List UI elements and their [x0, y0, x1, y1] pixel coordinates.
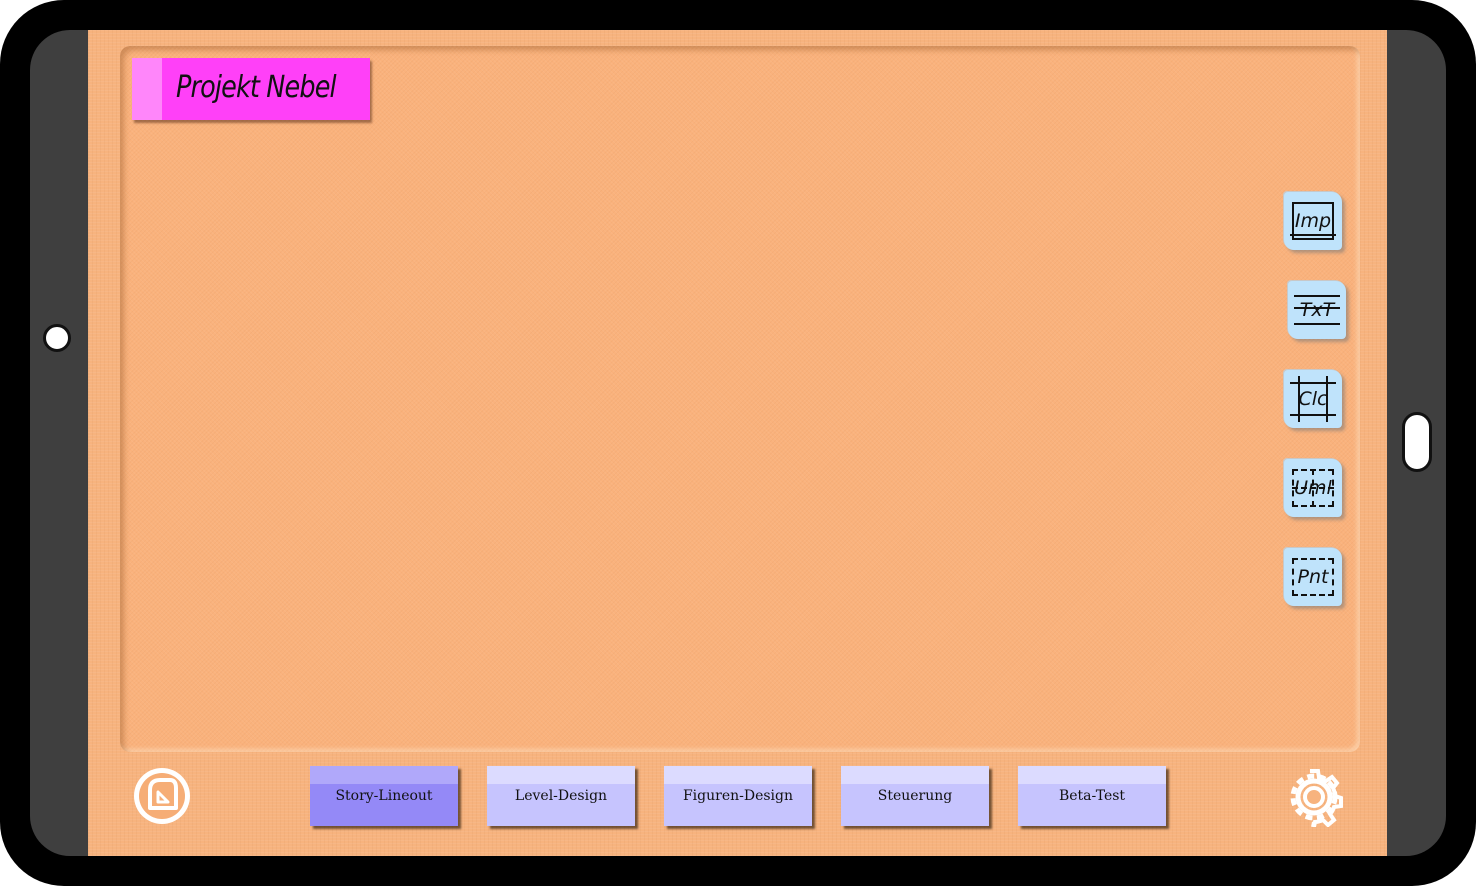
tab-story-lineout[interactable]: Story-Lineout	[310, 766, 458, 826]
tool-label: Uml	[1294, 477, 1332, 499]
tool-label: TxT	[1299, 299, 1335, 321]
tab-label: Level-Design	[514, 788, 608, 804]
tool-label: Imp	[1294, 210, 1332, 232]
tool-txt-button[interactable]: TxT	[1288, 281, 1346, 339]
app-screen: Projekt Nebel Imp TxT Clc Uml Pnt Story-…	[88, 30, 1387, 856]
tab-label: Beta-Test	[1058, 788, 1126, 804]
canvas-board[interactable]	[120, 46, 1360, 752]
gear-icon[interactable]	[1284, 767, 1344, 831]
tab-level-design[interactable]: Level-Design	[487, 766, 635, 826]
tool-uml-button[interactable]: Uml	[1284, 459, 1342, 517]
project-title-note[interactable]: Projekt Nebel	[132, 58, 370, 120]
tool-imp-button[interactable]: Imp	[1284, 192, 1342, 250]
tab-label: Figuren-Design	[682, 788, 794, 804]
tab-steuerung[interactable]: Steuerung	[841, 766, 989, 826]
tablet-frame: Projekt Nebel Imp TxT Clc Uml Pnt Story-…	[0, 0, 1476, 886]
project-title: Projekt Nebel	[176, 70, 337, 105]
camera-icon	[43, 324, 71, 352]
tab-beta-test[interactable]: Beta-Test	[1018, 766, 1166, 826]
tab-figuren-design[interactable]: Figuren-Design	[664, 766, 812, 826]
tab-label: Steuerung	[877, 788, 953, 804]
home-button[interactable]	[1402, 412, 1432, 472]
note-tab-strip	[132, 58, 162, 120]
tool-label: Clc	[1298, 388, 1328, 410]
tool-pnt-button[interactable]: Pnt	[1284, 548, 1342, 606]
home-logo-icon[interactable]	[132, 766, 192, 830]
tool-clc-button[interactable]: Clc	[1284, 370, 1342, 428]
tab-label: Story-Lineout	[335, 788, 433, 804]
tool-label: Pnt	[1297, 566, 1329, 588]
